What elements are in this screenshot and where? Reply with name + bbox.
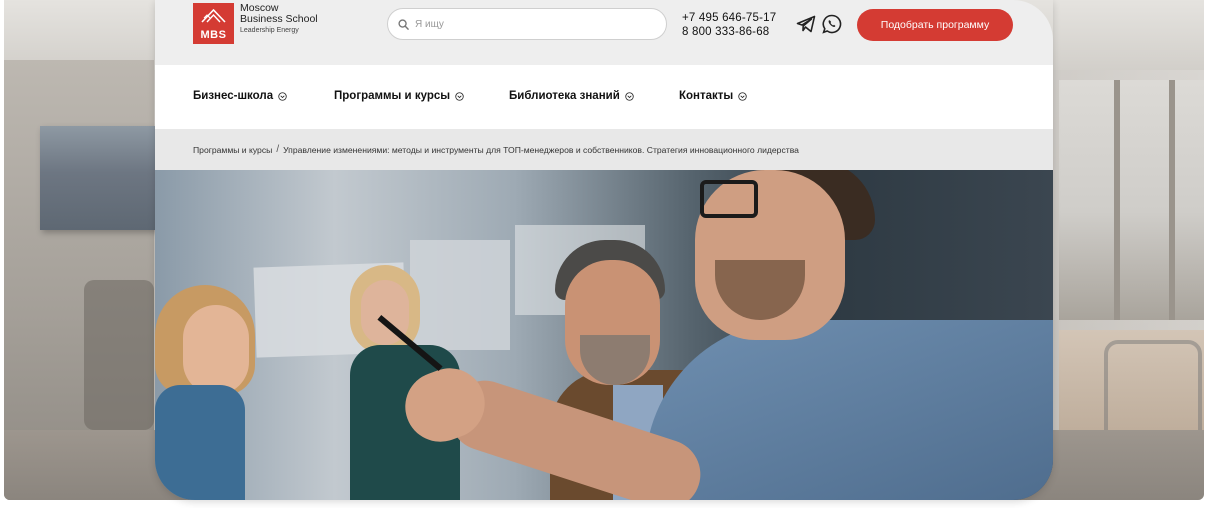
logo-text: Moscow Business School Leadership Energy: [240, 3, 318, 36]
chevron-down-icon: [625, 91, 634, 101]
nav-item-library[interactable]: Библиотека знаний: [509, 90, 634, 102]
hero-image: [155, 170, 1053, 500]
chevron-down-icon: [278, 91, 287, 101]
breadcrumb-link-programs[interactable]: Программы и курсы: [193, 145, 272, 155]
background-window: [1059, 80, 1204, 320]
telegram-icon[interactable]: [795, 13, 817, 35]
logo-tagline: Leadership Energy: [240, 27, 299, 34]
search-input[interactable]: [413, 17, 647, 31]
hero-glasses: [700, 180, 758, 218]
hero-person: [155, 385, 245, 500]
hero-person: [183, 305, 249, 395]
nav-item-contacts[interactable]: Контакты: [679, 90, 747, 102]
breadcrumb-separator: /: [276, 144, 280, 155]
search-icon: [398, 18, 409, 30]
window-mullion: [1169, 80, 1175, 320]
logo-badge-text: MBS: [200, 29, 227, 41]
header-bar: MBS Moscow Business School Leadership En…: [155, 0, 1053, 65]
social-links: [795, 13, 843, 35]
nav-item-business-school[interactable]: Бизнес-школа: [193, 90, 287, 102]
main-nav: Бизнес-школа Программы и курсы Библиотек…: [155, 65, 1053, 129]
logo-line1: Moscow: [240, 2, 279, 14]
logo-badge: MBS: [193, 3, 234, 44]
breadcrumb: Программы и курсы / Управление изменения…: [155, 129, 1053, 170]
nav-item-label: Контакты: [679, 90, 734, 102]
search-box[interactable]: [387, 8, 667, 40]
phone-numbers: +7 495 646-75-17 8 800 333-86-68: [682, 11, 776, 39]
nav-item-label: Бизнес-школа: [193, 90, 274, 102]
breadcrumb-current: Управление изменениями: методы и инструм…: [283, 144, 799, 155]
mountain-logo-icon: [201, 9, 226, 23]
background-painting: [40, 126, 160, 230]
background-chair: [84, 280, 154, 430]
whatsapp-icon[interactable]: [821, 13, 843, 35]
window-mullion: [1114, 80, 1120, 320]
chevron-down-icon: [738, 91, 747, 101]
phone-number-tollfree[interactable]: 8 800 333-86-68: [682, 25, 776, 39]
site-card: MBS Moscow Business School Leadership En…: [155, 0, 1053, 500]
find-program-button[interactable]: Подобрать программу: [857, 9, 1013, 41]
nav-item-label: Библиотека знаний: [509, 90, 620, 102]
nav-item-label: Программы и курсы: [334, 90, 451, 102]
phone-number-moscow[interactable]: +7 495 646-75-17: [682, 11, 776, 25]
logo-line2: Business School: [240, 13, 318, 25]
nav-item-programs[interactable]: Программы и курсы: [334, 90, 464, 102]
logo[interactable]: MBS Moscow Business School Leadership En…: [193, 3, 318, 44]
hero-whiteboard: [410, 240, 510, 350]
hero-person: [645, 320, 1053, 500]
chevron-down-icon: [455, 91, 464, 101]
